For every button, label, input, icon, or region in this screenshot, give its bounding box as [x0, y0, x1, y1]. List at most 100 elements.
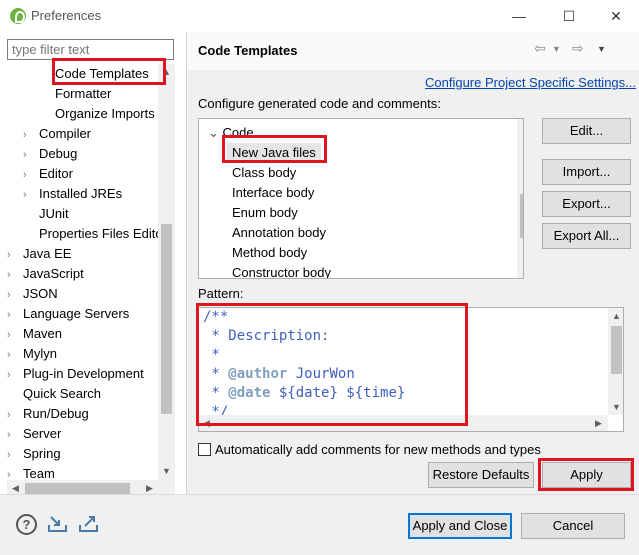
- scroll-up-icon[interactable]: ▲: [612, 311, 621, 321]
- export-preferences-icon[interactable]: [78, 515, 99, 533]
- template-item-label: Annotation body: [232, 225, 326, 240]
- apply-and-close-button[interactable]: Apply and Close: [408, 513, 512, 539]
- expand-chevron-icon[interactable]: ›: [7, 445, 19, 465]
- template-item[interactable]: Constructor body: [227, 263, 336, 278]
- template-item[interactable]: Interface body: [227, 183, 319, 203]
- scroll-down-icon[interactable]: ▼: [612, 402, 621, 412]
- expand-chevron-icon[interactable]: ›: [23, 145, 35, 165]
- expand-chevron-icon[interactable]: ›: [23, 125, 35, 145]
- pattern-vertical-scrollbar[interactable]: ▲ ▼: [608, 308, 623, 415]
- scrollbar-thumb[interactable]: [25, 483, 130, 494]
- template-item[interactable]: Enum body: [227, 203, 303, 223]
- template-item-label: Interface body: [232, 185, 315, 200]
- expand-chevron-icon[interactable]: ›: [7, 325, 19, 345]
- template-item[interactable]: Method body: [227, 243, 312, 263]
- scrollbar-thumb[interactable]: [520, 194, 523, 238]
- template-tree-scrollbar[interactable]: ▲ ▼: [517, 119, 523, 278]
- import-preferences-icon[interactable]: [47, 515, 68, 533]
- sidebar-item[interactable]: JUnit: [23, 204, 69, 224]
- sidebar-item-label: Organize Imports: [55, 106, 155, 121]
- expand-chevron-icon[interactable]: ›: [23, 165, 35, 185]
- page-header: Code Templates ⇦ ▼ ⇨ ▼: [187, 32, 639, 70]
- sidebar-item-label: Properties Files Editor: [39, 226, 167, 241]
- expand-chevron-icon[interactable]: ›: [7, 285, 19, 305]
- forward-arrow-icon[interactable]: ⇨: [572, 40, 584, 57]
- sidebar-item[interactable]: › Debug: [23, 144, 77, 164]
- highlight-pattern: [196, 303, 468, 426]
- pattern-label: Pattern:: [198, 286, 244, 301]
- sidebar-item[interactable]: › Compiler: [23, 124, 91, 144]
- highlight-apply: [538, 458, 634, 491]
- sidebar-item[interactable]: › Plug-in Development: [7, 364, 144, 384]
- expand-chevron-icon[interactable]: ›: [7, 305, 19, 325]
- sidebar-item[interactable]: › Editor: [23, 164, 73, 184]
- sidebar-item-label: Java EE: [23, 246, 72, 261]
- sidebar-item-label: Formatter: [55, 86, 112, 101]
- restore-defaults-button[interactable]: Restore Defaults: [428, 462, 534, 488]
- template-item[interactable]: Annotation body: [227, 223, 331, 243]
- filter-input[interactable]: [7, 39, 174, 60]
- sidebar-item[interactable]: › Spring: [7, 444, 61, 464]
- expand-chevron-icon[interactable]: ›: [7, 425, 19, 445]
- sidebar-item[interactable]: Properties Files Editor: [23, 224, 167, 244]
- sidebar-item[interactable]: › Installed JREs: [23, 184, 122, 204]
- minimize-button[interactable]: —: [505, 6, 533, 26]
- scrollbar-thumb[interactable]: [611, 326, 622, 374]
- scroll-down-icon[interactable]: ▼: [521, 265, 523, 275]
- view-menu-chevron-icon[interactable]: ▼: [597, 44, 606, 54]
- window-title: Preferences: [31, 8, 102, 23]
- back-menu-chevron-icon[interactable]: ▼: [552, 44, 561, 54]
- sidebar-item[interactable]: › Mylyn: [7, 344, 57, 364]
- preferences-tree: Code Templates Formatter Organize Imports ›…: [7, 64, 173, 496]
- back-arrow-icon[interactable]: ⇦: [534, 40, 546, 57]
- expand-chevron-icon[interactable]: ›: [7, 245, 19, 265]
- configure-project-settings-link[interactable]: Configure Project Specific Settings...: [425, 75, 636, 90]
- sidebar-item-label: Compiler: [39, 126, 92, 141]
- import-button[interactable]: Import...: [542, 159, 631, 185]
- scroll-right-icon[interactable]: ▶: [595, 418, 602, 429]
- expand-chevron-icon[interactable]: ›: [7, 405, 19, 425]
- sidebar-item[interactable]: › Language Servers: [7, 304, 129, 324]
- sidebar-item[interactable]: Quick Search: [7, 384, 101, 404]
- scrollbar-thumb[interactable]: [161, 224, 172, 414]
- template-item[interactable]: Class body: [227, 163, 301, 183]
- export-all-button[interactable]: Export All...: [542, 223, 631, 249]
- sidebar-item-label: Quick Search: [23, 386, 102, 401]
- expand-chevron-icon[interactable]: ›: [7, 265, 19, 285]
- sidebar-item[interactable]: Organize Imports: [39, 104, 155, 124]
- sidebar-item-label: JUnit: [39, 206, 69, 221]
- sidebar-item[interactable]: › Maven: [7, 324, 62, 344]
- scroll-up-icon[interactable]: ▲: [521, 122, 523, 132]
- dialog-footer: ? Apply and Close Cancel: [0, 494, 639, 555]
- sidebar-item[interactable]: › JavaScript: [7, 264, 84, 284]
- spring-app-icon: [10, 8, 26, 24]
- sidebar-item[interactable]: Formatter: [39, 84, 111, 104]
- sidebar-item[interactable]: › Run/Debug: [7, 404, 89, 424]
- expand-chevron-icon[interactable]: ›: [7, 345, 19, 365]
- sidebar-item-label: Run/Debug: [23, 406, 89, 421]
- sidebar-item-label: Installed JREs: [39, 186, 123, 201]
- close-button[interactable]: ✕: [602, 6, 630, 26]
- sidebar-item-label: Server: [23, 426, 62, 441]
- expand-chevron-icon[interactable]: ›: [23, 185, 35, 205]
- expand-chevron-icon[interactable]: ›: [7, 365, 19, 385]
- preferences-sidebar: Code TemplatesFormatterOrganize Imports›…: [0, 32, 186, 497]
- sidebar-item-label: JavaScript: [23, 266, 84, 281]
- sidebar-item[interactable]: › Java EE: [7, 244, 71, 264]
- sidebar-vertical-scrollbar[interactable]: ▲ ▼: [158, 64, 175, 480]
- help-icon[interactable]: ?: [16, 514, 37, 535]
- maximize-button[interactable]: ☐: [555, 6, 583, 26]
- sidebar-item[interactable]: › JSON: [7, 284, 58, 304]
- sidebar-item-label: Maven: [23, 326, 63, 341]
- auto-comment-checkbox[interactable]: [198, 443, 211, 456]
- edit-button[interactable]: Edit...: [542, 118, 631, 144]
- template-item-label: Enum body: [232, 205, 298, 220]
- highlight-new-java-files: [222, 135, 327, 163]
- scroll-down-icon[interactable]: ▼: [158, 463, 175, 480]
- collapse-chevron-icon[interactable]: ⌄: [208, 125, 223, 140]
- sidebar-item[interactable]: › Server: [7, 424, 61, 444]
- export-button[interactable]: Export...: [542, 191, 631, 217]
- cancel-button[interactable]: Cancel: [521, 513, 625, 539]
- configure-label: Configure generated code and comments:: [198, 96, 441, 111]
- sidebar-item-label: Spring: [23, 446, 61, 461]
